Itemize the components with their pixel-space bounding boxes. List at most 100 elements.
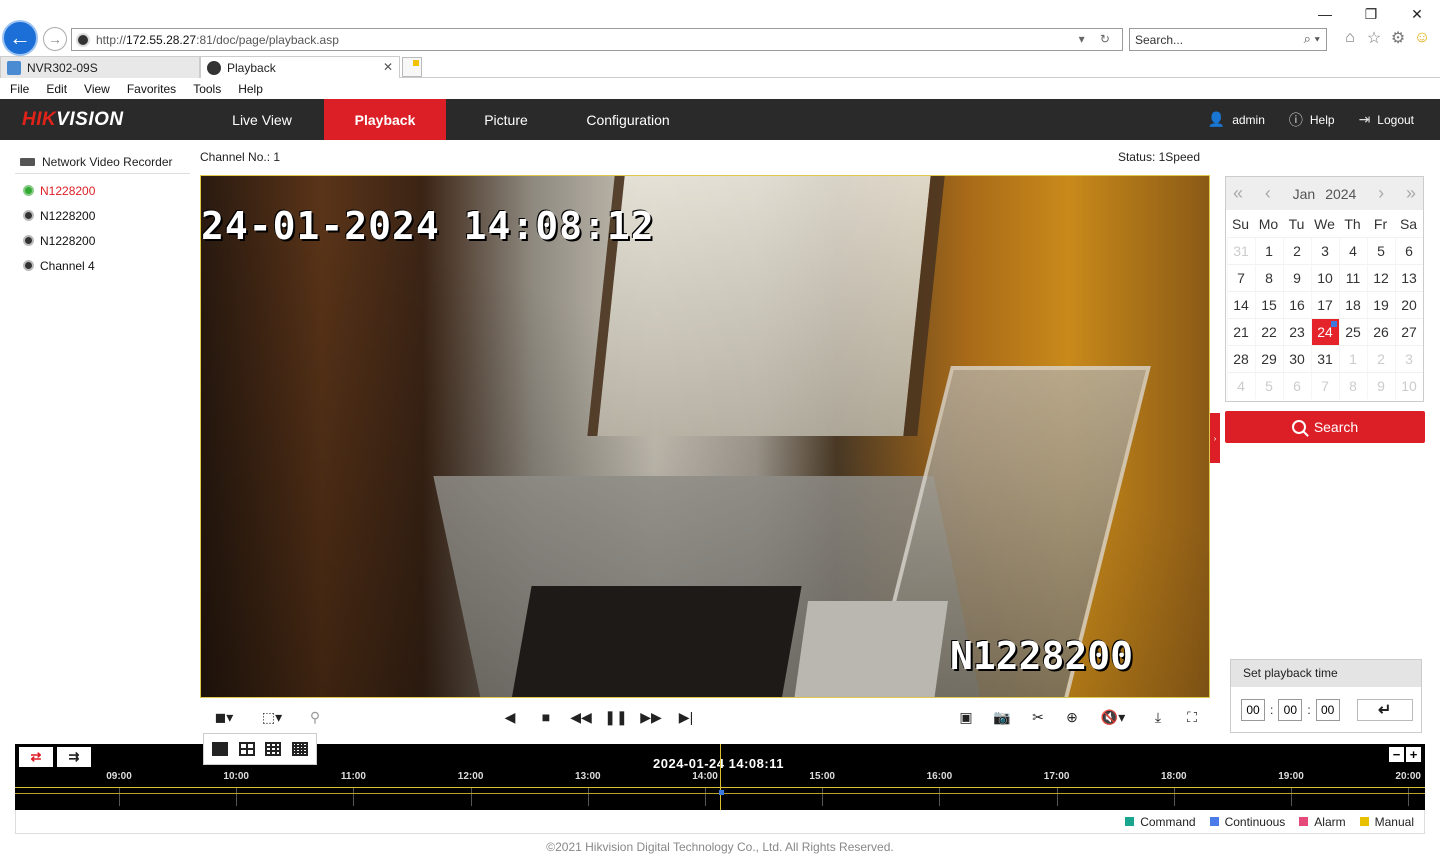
fullscreen-icon[interactable]: ⛶ <box>1182 707 1202 727</box>
calendar-day[interactable]: 13 <box>1394 264 1423 291</box>
calendar-day[interactable]: 31 <box>1226 237 1255 264</box>
close-icon[interactable]: ✕ <box>1394 0 1440 28</box>
calendar-day[interactable]: 8 <box>1254 264 1283 291</box>
calendar-day[interactable]: 8 <box>1338 372 1367 399</box>
sync-playback-icon[interactable]: ⚲ <box>304 707 326 727</box>
calendar-day[interactable]: 7 <box>1310 372 1339 399</box>
calendar-day[interactable]: 9 <box>1282 264 1311 291</box>
calendar-day[interactable]: 24 <box>1310 318 1339 345</box>
fast-forward-icon[interactable]: ▶▶ <box>640 707 662 727</box>
tree-root-nvr[interactable]: Network Video Recorder <box>15 150 190 174</box>
layout-3x3-icon[interactable] <box>265 742 282 756</box>
calendar-day[interactable]: 14 <box>1226 291 1255 318</box>
timeline-cursor[interactable] <box>720 744 721 810</box>
next-year-icon[interactable]: » <box>1406 183 1416 204</box>
restore-icon[interactable]: ❐ <box>1348 0 1394 28</box>
address-bar[interactable]: http://172.55.28.27:81/doc/page/playback… <box>71 28 1123 51</box>
playback-second-input[interactable] <box>1315 699 1340 721</box>
playback-minute-input[interactable] <box>1278 699 1303 721</box>
new-tab-button[interactable] <box>402 57 422 77</box>
calendar-day[interactable]: 3 <box>1310 237 1339 264</box>
calendar-day[interactable]: 9 <box>1366 372 1395 399</box>
download-icon[interactable]: ⤓ <box>1148 707 1168 727</box>
calendar-day[interactable]: 6 <box>1282 372 1311 399</box>
calendar-day[interactable]: 12 <box>1366 264 1395 291</box>
calendar-day[interactable]: 6 <box>1394 237 1423 264</box>
calendar-day[interactable]: 15 <box>1254 291 1283 318</box>
playback-video[interactable]: 24-01-2024 14:08:12 N1228200 <box>200 175 1210 698</box>
calendar-day[interactable]: 1 <box>1254 237 1283 264</box>
search-button[interactable]: Search <box>1225 411 1425 443</box>
next-month-icon[interactable]: › <box>1378 183 1384 204</box>
pause-icon[interactable]: ❚❚ <box>604 707 627 727</box>
stop-icon[interactable]: ■ <box>536 707 556 727</box>
playback-hour-input[interactable] <box>1241 699 1265 721</box>
nav-live-view[interactable]: Live View <box>201 99 323 140</box>
collapse-panel-toggle[interactable]: › <box>1210 413 1220 463</box>
user-menu[interactable]: 👤 admin <box>1208 111 1265 128</box>
calendar-day[interactable]: 5 <box>1366 237 1395 264</box>
tree-channel-2[interactable]: N1228200 <box>15 203 190 228</box>
favorites-star-icon[interactable]: ☆ <box>1365 29 1383 47</box>
menu-view[interactable]: View <box>84 82 110 96</box>
refresh-icon[interactable]: ▾ ↻ <box>1079 32 1116 46</box>
calendar-day[interactable]: 2 <box>1366 345 1395 372</box>
tab-playback[interactable]: Playback ✕ <box>200 56 400 78</box>
settings-gear-icon[interactable]: ⚙ <box>1389 29 1407 47</box>
browser-search-input[interactable]: Search... ⌕ ▾ <box>1129 28 1327 51</box>
nav-playback[interactable]: Playback <box>324 99 446 140</box>
nav-configuration[interactable]: Configuration <box>567 99 689 140</box>
calendar-day[interactable]: 28 <box>1226 345 1255 372</box>
calendar-day[interactable]: 2 <box>1282 237 1311 264</box>
calendar-day[interactable]: 17 <box>1310 291 1339 318</box>
calendar-day[interactable]: 22 <box>1254 318 1283 345</box>
calendar-month[interactable]: Jan <box>1293 186 1316 202</box>
apply-time-enter-icon[interactable]: ↵ <box>1356 699 1413 721</box>
calendar-day[interactable]: 27 <box>1394 318 1423 345</box>
layout-4x4-icon[interactable] <box>291 742 308 756</box>
slow-forward-icon[interactable]: ◀◀ <box>570 707 592 727</box>
feedback-smiley-icon[interactable]: ☺ <box>1413 29 1431 47</box>
select-region-icon[interactable]: ⬚▾ <box>254 707 290 727</box>
calendar-year[interactable]: 2024 <box>1325 186 1356 202</box>
single-frame-icon[interactable]: ▶| <box>676 707 696 727</box>
calendar-day[interactable]: 4 <box>1338 237 1367 264</box>
reverse-play-icon[interactable]: ◀ <box>500 707 520 727</box>
calendar-day[interactable]: 29 <box>1254 345 1283 372</box>
calendar-day[interactable]: 20 <box>1394 291 1423 318</box>
menu-help[interactable]: Help <box>238 82 263 96</box>
calendar-day[interactable]: 30 <box>1282 345 1311 372</box>
snapshot-camera-icon[interactable]: 📷 <box>992 707 1012 727</box>
layout-2x2-icon[interactable] <box>238 742 255 756</box>
tree-channel-4[interactable]: Channel 4 <box>15 253 190 278</box>
help-link[interactable]: ⓘ Help <box>1289 110 1335 130</box>
calendar-day[interactable]: 1 <box>1338 345 1367 372</box>
calendar-day[interactable]: 16 <box>1282 291 1311 318</box>
home-icon[interactable]: ⌂ <box>1341 29 1359 47</box>
tab-nvr[interactable]: NVR302-09S <box>0 56 200 78</box>
calendar-day[interactable]: 11 <box>1338 264 1367 291</box>
calendar-day[interactable]: 31 <box>1310 345 1339 372</box>
tab-close-icon[interactable]: ✕ <box>383 60 393 74</box>
calendar-day[interactable]: 3 <box>1394 345 1423 372</box>
layout-1x1-icon[interactable] <box>212 742 229 756</box>
back-icon[interactable]: ← <box>2 20 38 56</box>
prev-month-icon[interactable]: ‹ <box>1265 183 1271 204</box>
calendar-day[interactable]: 4 <box>1226 372 1255 399</box>
window-layout-icon[interactable]: ◼▾ <box>206 707 242 727</box>
calendar-day[interactable]: 23 <box>1282 318 1311 345</box>
audio-mute-icon[interactable]: 🔇▾ <box>1098 707 1128 727</box>
timeline-toggle-icon[interactable]: ⇄ <box>19 747 53 767</box>
calendar-day[interactable]: 19 <box>1366 291 1395 318</box>
timeline-adjust-icon[interactable]: ⇉ <box>57 747 91 767</box>
capture-clip-icon[interactable]: ▣ <box>956 707 976 727</box>
menu-file[interactable]: File <box>10 82 29 96</box>
prev-year-icon[interactable]: « <box>1233 183 1243 204</box>
timeline-zoom-in-icon[interactable]: + <box>1406 747 1421 762</box>
calendar-day[interactable]: 25 <box>1338 318 1367 345</box>
clipping-scissors-icon[interactable]: ✂ <box>1028 707 1048 727</box>
calendar-day[interactable]: 7 <box>1226 264 1255 291</box>
search-icon[interactable]: ⌕ ▾ <box>1304 31 1320 47</box>
calendar-day[interactable]: 10 <box>1310 264 1339 291</box>
calendar-day[interactable]: 26 <box>1366 318 1395 345</box>
